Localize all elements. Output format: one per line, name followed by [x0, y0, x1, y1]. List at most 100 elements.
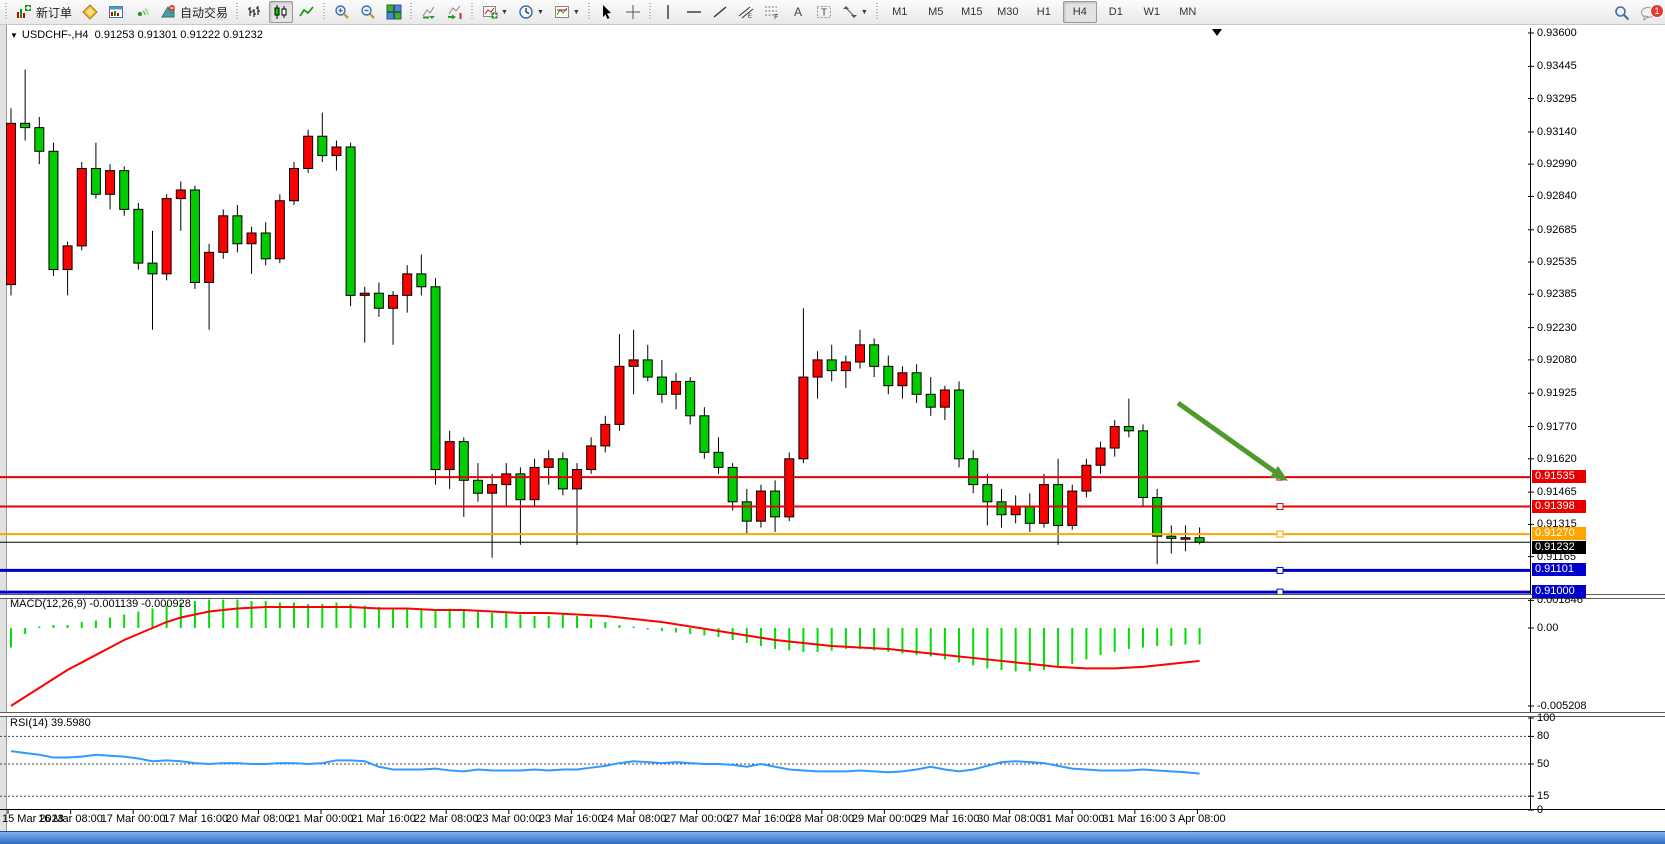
zoom-in-button[interactable] — [330, 1, 354, 23]
candle — [488, 474, 497, 558]
svg-text:E: E — [748, 14, 752, 20]
data-window-button[interactable] — [104, 1, 128, 23]
horizontal-line-icon — [686, 4, 702, 20]
zoom-out-button[interactable] — [356, 1, 380, 23]
candle — [1139, 424, 1148, 506]
pane-separator-macd[interactable] — [0, 594, 1665, 599]
search-button[interactable] — [1610, 2, 1634, 24]
fibonacci-button[interactable]: F — [760, 1, 784, 23]
indicators-button[interactable]: ▼ — [478, 1, 512, 23]
time-tick-label: 21 Mar 00:00 — [289, 813, 354, 825]
price-tag-resistance-2: 0.91398 — [1532, 500, 1586, 513]
candle — [1054, 459, 1063, 545]
tf-h1[interactable]: H1 — [1027, 1, 1061, 23]
candle — [233, 205, 242, 252]
line-handle[interactable] — [1277, 531, 1283, 537]
equidistant-channel-button[interactable]: E — [734, 1, 758, 23]
chart-ohlc-title: ▼USDCHF-,H4 0.91253 0.91301 0.91222 0.91… — [10, 29, 263, 41]
tf-m30[interactable]: M30 — [991, 1, 1025, 23]
line-handle[interactable] — [1277, 504, 1283, 510]
search-icon — [1614, 5, 1630, 21]
rsi-tick-label: 15 — [1537, 790, 1549, 802]
dropdown-caret-icon[interactable]: ▼ — [861, 9, 868, 16]
pane-separator-rsi[interactable] — [0, 712, 1665, 717]
trend-arrow[interactable] — [1178, 403, 1288, 481]
auto-scroll-button[interactable] — [417, 1, 441, 23]
text-button[interactable]: A — [786, 1, 810, 23]
dropdown-caret-icon[interactable]: ▼ — [573, 9, 580, 16]
new-order-button[interactable]: 新订单 — [12, 1, 76, 23]
periods-button[interactable]: ▼ — [514, 1, 548, 23]
toolbar-grip[interactable] — [470, 3, 475, 21]
tf-m5[interactable]: M5 — [919, 1, 953, 23]
price-tick-label: 0.92385 — [1537, 288, 1577, 300]
vertical-line-button[interactable] — [656, 1, 680, 23]
toolbar-grip[interactable] — [409, 3, 414, 21]
tf-w1[interactable]: W1 — [1135, 1, 1169, 23]
line-handle[interactable] — [1277, 567, 1283, 573]
rsi-line — [11, 751, 1200, 773]
candle — [573, 463, 582, 545]
zoom-in-icon — [334, 4, 350, 20]
price-chart[interactable] — [0, 25, 1665, 831]
templates-icon — [554, 4, 570, 20]
text-label-button[interactable]: T — [812, 1, 836, 23]
chart-window[interactable]: ▼USDCHF-,H4 0.91253 0.91301 0.91222 0.91… — [0, 25, 1665, 831]
market-watch-button[interactable] — [78, 1, 102, 23]
candle — [530, 459, 539, 506]
arrows-button[interactable]: ▼ — [838, 1, 872, 23]
toolbar-grip[interactable] — [587, 3, 592, 21]
tf-m1[interactable]: M1 — [883, 1, 917, 23]
candle — [403, 265, 412, 312]
toolbar-grip[interactable] — [322, 3, 327, 21]
toolbar-grip[interactable] — [648, 3, 653, 21]
candle — [49, 143, 58, 276]
tf-d1[interactable]: D1 — [1099, 1, 1133, 23]
toolbar-grip[interactable] — [235, 3, 240, 21]
candlestick-icon — [273, 4, 289, 20]
candle — [742, 489, 751, 534]
chart-ohlc-values: 0.91253 0.91301 0.91222 0.91232 — [95, 29, 263, 41]
candle — [134, 203, 143, 270]
symbol-dropdown-icon[interactable]: ▼ — [10, 31, 18, 40]
tf-mn-label: MN — [1179, 6, 1196, 18]
dropdown-caret-icon[interactable]: ▼ — [501, 9, 508, 16]
candlestick-button[interactable] — [269, 1, 293, 23]
tile-windows-button[interactable] — [382, 1, 406, 23]
toolbar-grip[interactable] — [875, 3, 880, 21]
candle — [332, 141, 341, 171]
zoom-out-icon — [360, 4, 376, 20]
chart-shift-button[interactable] — [443, 1, 467, 23]
candle — [997, 489, 1006, 528]
text-label-icon: T — [816, 4, 832, 20]
tf-mn[interactable]: MN — [1171, 1, 1205, 23]
templates-button[interactable]: ▼ — [550, 1, 584, 23]
crosshair-button[interactable] — [621, 1, 645, 23]
candle — [205, 244, 214, 330]
chart-shift-marker[interactable] — [1212, 29, 1222, 36]
dropdown-caret-icon[interactable]: ▼ — [537, 9, 544, 16]
candle — [318, 113, 327, 162]
tf-d1-label: D1 — [1109, 6, 1123, 18]
price-tick-label: 0.91620 — [1537, 453, 1577, 465]
cursor-button[interactable] — [595, 1, 619, 23]
candle — [1181, 525, 1190, 551]
toolbar-grip[interactable] — [4, 3, 9, 21]
tf-m15[interactable]: M15 — [955, 1, 989, 23]
time-tick-label: 22 Mar 08:00 — [414, 813, 479, 825]
candle — [502, 463, 511, 506]
bar-chart-button[interactable] — [243, 1, 267, 23]
candle — [1025, 493, 1034, 532]
signals-button[interactable] — [130, 1, 154, 23]
auto-trading-button[interactable]: 自动交易 — [156, 1, 232, 23]
line-chart-button[interactable] — [295, 1, 319, 23]
candle — [91, 143, 100, 199]
horizontal-line-button[interactable] — [682, 1, 706, 23]
candle — [21, 70, 30, 141]
candle — [714, 437, 723, 474]
tf-h4[interactable]: H4 — [1063, 1, 1097, 23]
notifications-button[interactable]: 1 — [1636, 2, 1660, 24]
trendline-button[interactable] — [708, 1, 732, 23]
macd-values: -0.001139 -0.000928 — [89, 598, 190, 610]
bottom-scrollbar[interactable] — [0, 831, 1665, 844]
